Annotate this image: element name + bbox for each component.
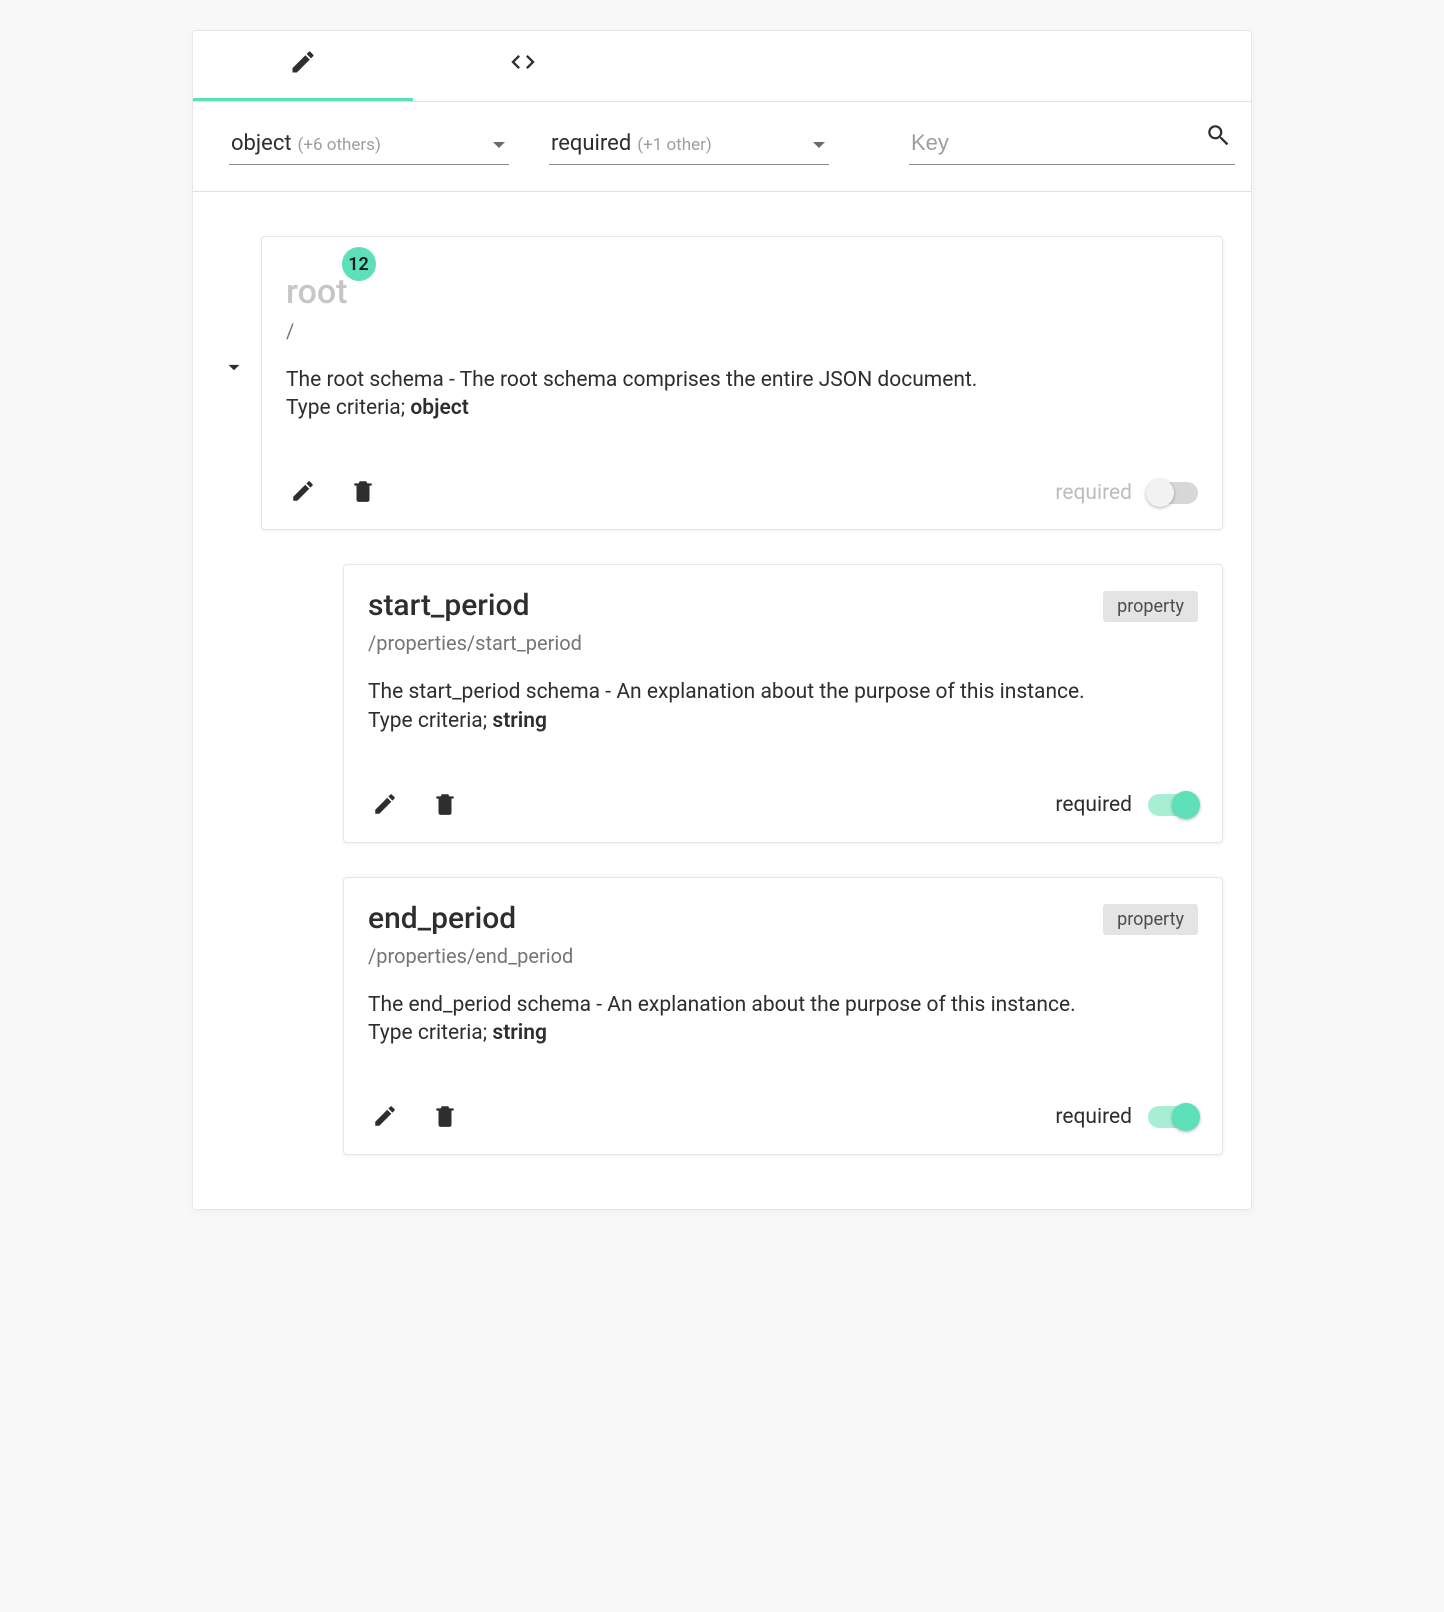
delete-button[interactable] xyxy=(346,474,380,511)
pencil-icon xyxy=(372,1117,398,1132)
node-type: object xyxy=(410,396,468,420)
tab-editor[interactable] xyxy=(193,31,413,101)
schema-tree: root 12 / The root schema - The root sch… xyxy=(193,192,1251,1209)
node-description: The end_period schema - An explanation a… xyxy=(368,992,1198,1019)
node-description: The start_period schema - An explanation… xyxy=(368,679,1198,706)
required-label: required xyxy=(1055,481,1132,505)
schema-node-property: end_period /properties/end_period proper… xyxy=(343,877,1223,1155)
chevron-down-icon xyxy=(813,142,825,148)
required-label: required xyxy=(1055,1105,1132,1129)
pencil-icon xyxy=(372,805,398,820)
filter-required-extra: (+1 other) xyxy=(637,135,712,155)
node-card: start_period /properties/start_period pr… xyxy=(343,564,1223,842)
trash-icon xyxy=(432,805,458,820)
filter-required-main: required xyxy=(551,131,631,156)
node-card: root 12 / The root schema - The root sch… xyxy=(261,236,1223,530)
property-count-badge: 12 xyxy=(342,247,376,281)
required-label: required xyxy=(1055,793,1132,817)
filter-type-select[interactable]: object (+6 others) xyxy=(229,125,509,165)
pencil-icon xyxy=(289,48,317,81)
node-type: string xyxy=(492,709,547,733)
edit-button[interactable] xyxy=(286,474,320,511)
chevron-down-icon xyxy=(221,368,247,383)
filter-bar: object (+6 others) required (+1 other) xyxy=(193,102,1251,192)
node-description: The root schema - The root schema compri… xyxy=(286,367,1198,394)
type-label: Type criteria; xyxy=(368,709,492,733)
delete-button[interactable] xyxy=(428,1099,462,1136)
filter-key-input[interactable] xyxy=(909,124,1235,165)
schema-node-property: start_period /properties/start_period pr… xyxy=(343,564,1223,842)
schema-node-root: root 12 / The root schema - The root sch… xyxy=(221,236,1223,530)
pencil-icon xyxy=(290,492,316,507)
node-card: end_period /properties/end_period proper… xyxy=(343,877,1223,1155)
filter-type-main: object xyxy=(231,131,292,156)
search-button[interactable] xyxy=(1201,118,1235,155)
edit-button[interactable] xyxy=(368,787,402,824)
view-tabs xyxy=(193,31,1251,102)
required-toggle[interactable] xyxy=(1148,482,1198,504)
node-title: start_period xyxy=(368,591,582,621)
type-label: Type criteria; xyxy=(286,396,410,420)
trash-icon xyxy=(350,492,376,507)
type-label: Type criteria; xyxy=(368,1021,492,1045)
tab-code[interactable] xyxy=(413,31,633,101)
filter-type-extra: (+6 others) xyxy=(298,135,381,155)
property-chip: property xyxy=(1103,591,1198,622)
filter-required-select[interactable]: required (+1 other) xyxy=(549,125,829,165)
node-path: /properties/end_period xyxy=(368,944,573,968)
expand-toggle[interactable] xyxy=(219,352,249,385)
node-title: root xyxy=(286,275,348,309)
required-toggle[interactable] xyxy=(1148,1106,1198,1128)
code-icon xyxy=(509,48,537,81)
property-chip: property xyxy=(1103,904,1198,935)
trash-icon xyxy=(432,1117,458,1132)
search-icon xyxy=(1205,136,1231,151)
chevron-down-icon xyxy=(493,142,505,148)
node-path: /properties/start_period xyxy=(368,631,582,655)
required-toggle[interactable] xyxy=(1148,794,1198,816)
node-path: / xyxy=(286,319,348,343)
edit-button[interactable] xyxy=(368,1099,402,1136)
node-type: string xyxy=(492,1021,547,1045)
node-title: end_period xyxy=(368,904,573,934)
delete-button[interactable] xyxy=(428,787,462,824)
